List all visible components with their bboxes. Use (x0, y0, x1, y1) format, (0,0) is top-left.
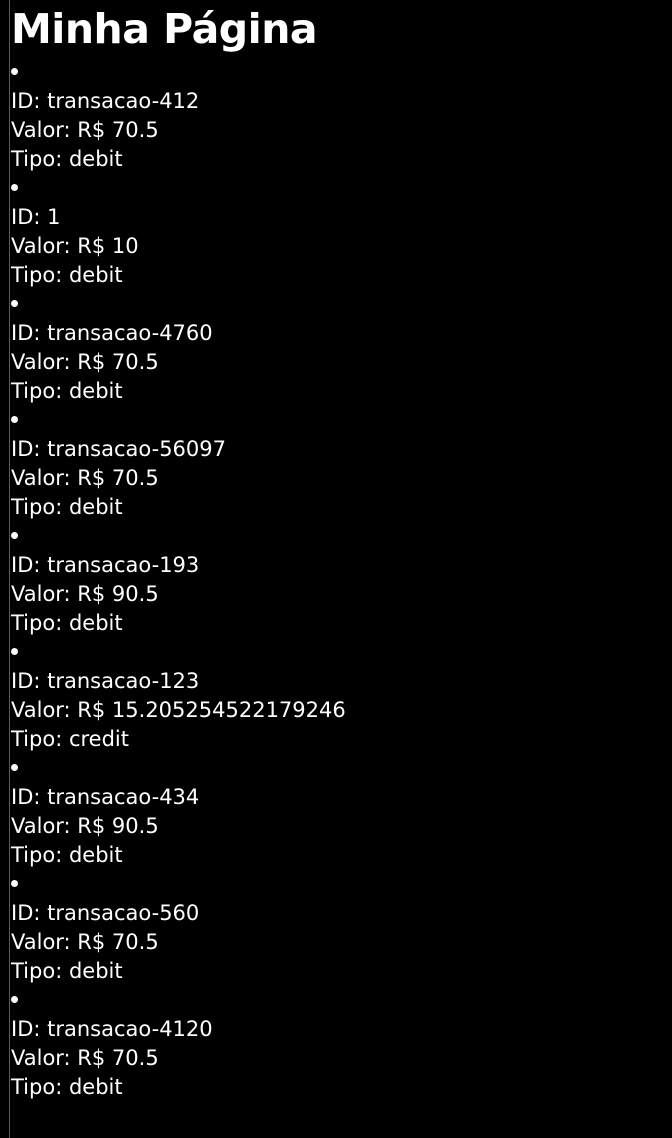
bullet-icon (11, 416, 18, 423)
transaction-id: ID: transacao-434 (11, 785, 200, 809)
transaction-id: ID: transacao-560 (11, 901, 200, 925)
transaction-item: ID: 1 Valor: R$ 10 Tipo: debit (11, 174, 672, 290)
transaction-id: ID: transacao-4120 (11, 1017, 213, 1041)
transaction-id: ID: transacao-123 (11, 669, 200, 693)
transaction-item: ID: transacao-560 Valor: R$ 70.5 Tipo: d… (11, 870, 672, 986)
transaction-id: ID: 1 (11, 205, 61, 229)
bullet-icon (11, 880, 18, 887)
transaction-item: ID: transacao-56097 Valor: R$ 70.5 Tipo:… (11, 406, 672, 522)
transaction-list: ID: transacao-412 Valor: R$ 70.5 Tipo: d… (11, 58, 672, 1102)
transaction-value: Valor: R$ 70.5 (11, 118, 159, 142)
transaction-item: ID: transacao-123 Valor: R$ 15.205254522… (11, 638, 672, 754)
transaction-id: ID: transacao-4760 (11, 321, 213, 345)
transaction-item: ID: transacao-4760 Valor: R$ 70.5 Tipo: … (11, 290, 672, 406)
transaction-value: Valor: R$ 10 (11, 234, 139, 258)
transaction-id: ID: transacao-56097 (11, 437, 227, 461)
transaction-value: Valor: R$ 15.205254522179246 (11, 698, 346, 722)
transaction-value: Valor: R$ 70.5 (11, 350, 159, 374)
bullet-icon (11, 996, 18, 1003)
bullet-icon (11, 764, 18, 771)
transaction-value: Valor: R$ 70.5 (11, 466, 159, 490)
bullet-icon (11, 648, 18, 655)
transaction-id: ID: transacao-193 (11, 553, 200, 577)
page-title: Minha Página (11, 5, 318, 53)
bullet-icon (11, 300, 18, 307)
transaction-type: Tipo: debit (11, 147, 123, 171)
main-content: Minha Página ID: transacao-412 Valor: R$… (11, 0, 672, 1102)
transaction-type: Tipo: debit (11, 1075, 123, 1099)
transaction-item: ID: transacao-4120 Valor: R$ 70.5 Tipo: … (11, 986, 672, 1102)
transaction-item: ID: transacao-434 Valor: R$ 90.5 Tipo: d… (11, 754, 672, 870)
transaction-item: ID: transacao-412 Valor: R$ 70.5 Tipo: d… (11, 58, 672, 174)
transaction-value: Valor: R$ 70.5 (11, 930, 159, 954)
transaction-type: Tipo: debit (11, 495, 123, 519)
transaction-value: Valor: R$ 90.5 (11, 582, 159, 606)
bullet-icon (11, 68, 18, 75)
transaction-type: Tipo: debit (11, 379, 123, 403)
bullet-icon (11, 532, 18, 539)
bullet-icon (11, 184, 18, 191)
transaction-value: Valor: R$ 70.5 (11, 1046, 159, 1070)
transaction-type: Tipo: credit (11, 727, 129, 751)
left-border-divider (9, 0, 10, 1138)
transaction-item: ID: transacao-193 Valor: R$ 90.5 Tipo: d… (11, 522, 672, 638)
transaction-value: Valor: R$ 90.5 (11, 814, 159, 838)
transaction-type: Tipo: debit (11, 263, 123, 287)
transaction-id: ID: transacao-412 (11, 89, 200, 113)
transaction-type: Tipo: debit (11, 611, 123, 635)
transaction-type: Tipo: debit (11, 843, 123, 867)
transaction-type: Tipo: debit (11, 959, 123, 983)
page: Minha Página ID: transacao-412 Valor: R$… (0, 0, 672, 1138)
